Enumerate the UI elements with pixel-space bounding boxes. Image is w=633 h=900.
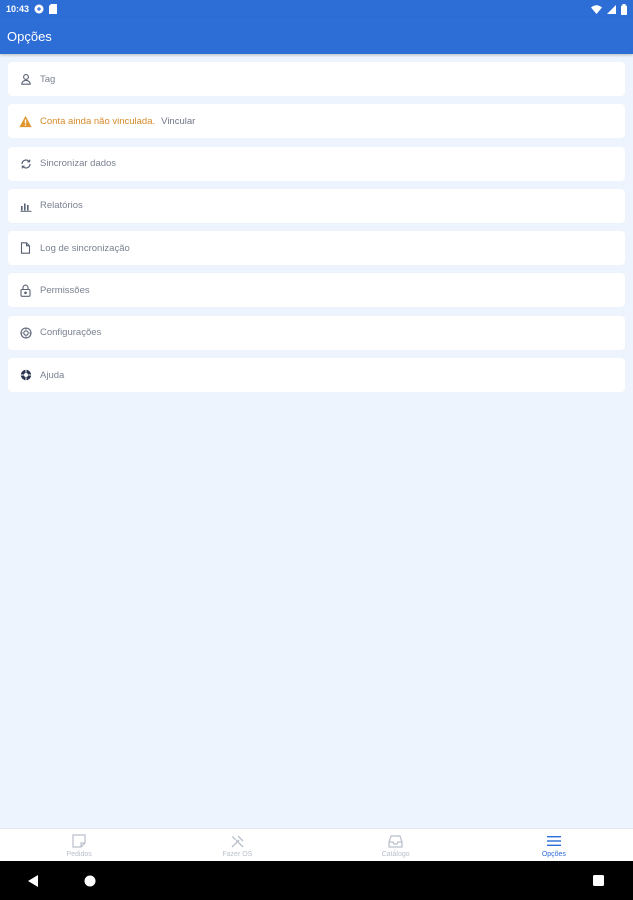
menu-item-tag-label: Tag — [40, 73, 56, 85]
menu-item-account[interactable]: Conta ainda não vinculada. Vincular — [8, 104, 625, 139]
menu-item-settings-label: Configurações — [40, 327, 102, 339]
nav-tab-orders-label: Pedidos — [66, 850, 92, 858]
menu-item-help[interactable]: Ajuda — [8, 358, 625, 393]
note-icon — [72, 834, 86, 849]
status-bar: 10:43 — [0, 0, 633, 18]
menu-item-permissions-label: Permissões — [40, 284, 90, 296]
bottom-navigation: Pedidos Fazer OS Catálogo Opções — [0, 828, 633, 862]
menu-item-sync[interactable]: Sincronizar dados — [8, 146, 625, 181]
menu-item-settings[interactable]: Configurações — [8, 315, 625, 350]
options-menu: Tag Conta ainda não vinculada. Vincular … — [8, 62, 625, 400]
signal-icon — [607, 4, 616, 14]
tools-icon — [230, 834, 245, 849]
menu-item-permissions[interactable]: Permissões — [8, 273, 625, 308]
settings-icon — [19, 326, 32, 339]
nav-tab-make-os[interactable]: Fazer OS — [158, 829, 316, 862]
system-navigation-bar — [0, 861, 633, 900]
status-time: 10:43 — [6, 4, 30, 14]
back-icon[interactable] — [28, 874, 38, 887]
menu-item-reports-label: Relatórios — [40, 200, 83, 212]
nav-tab-make-os-label: Fazer OS — [222, 850, 253, 858]
menu-item-sync-log[interactable]: Log de sincronização — [8, 231, 625, 266]
menu-item-help-label: Ajuda — [40, 369, 65, 381]
menu-item-tag[interactable]: Tag — [8, 62, 625, 96]
home-icon[interactable] — [84, 875, 96, 887]
page-title: Opções — [7, 28, 52, 44]
inbox-icon — [388, 834, 403, 849]
account-warning-text: Conta ainda não vinculada. — [40, 115, 156, 127]
menu-item-reports[interactable]: Relatórios — [8, 188, 625, 223]
menu-item-sync-log-label: Log de sincronização — [40, 242, 130, 254]
nav-tab-orders[interactable]: Pedidos — [0, 829, 158, 862]
app-bar: Opções — [0, 18, 633, 54]
sd-card-icon — [49, 4, 58, 14]
menu-icon — [546, 834, 561, 849]
nav-tab-options-label: Opções — [541, 850, 566, 858]
nav-tab-options[interactable]: Opções — [475, 829, 633, 862]
user-icon — [19, 73, 32, 86]
battery-icon — [621, 3, 627, 15]
menu-item-sync-label: Sincronizar dados — [40, 158, 117, 170]
recents-icon[interactable] — [593, 875, 604, 886]
lifebuoy-icon — [19, 369, 32, 382]
document-icon — [19, 242, 32, 255]
link-account-button[interactable]: Vincular — [161, 116, 195, 127]
sync-icon — [19, 157, 32, 170]
nav-tab-catalog-label: Catálogo — [381, 850, 410, 858]
warning-icon — [19, 115, 32, 128]
app-notification-icon — [34, 4, 44, 14]
lock-icon — [19, 284, 32, 297]
nav-tab-catalog[interactable]: Catálogo — [317, 829, 475, 862]
bar-chart-icon — [19, 199, 32, 212]
wifi-icon — [591, 4, 602, 14]
